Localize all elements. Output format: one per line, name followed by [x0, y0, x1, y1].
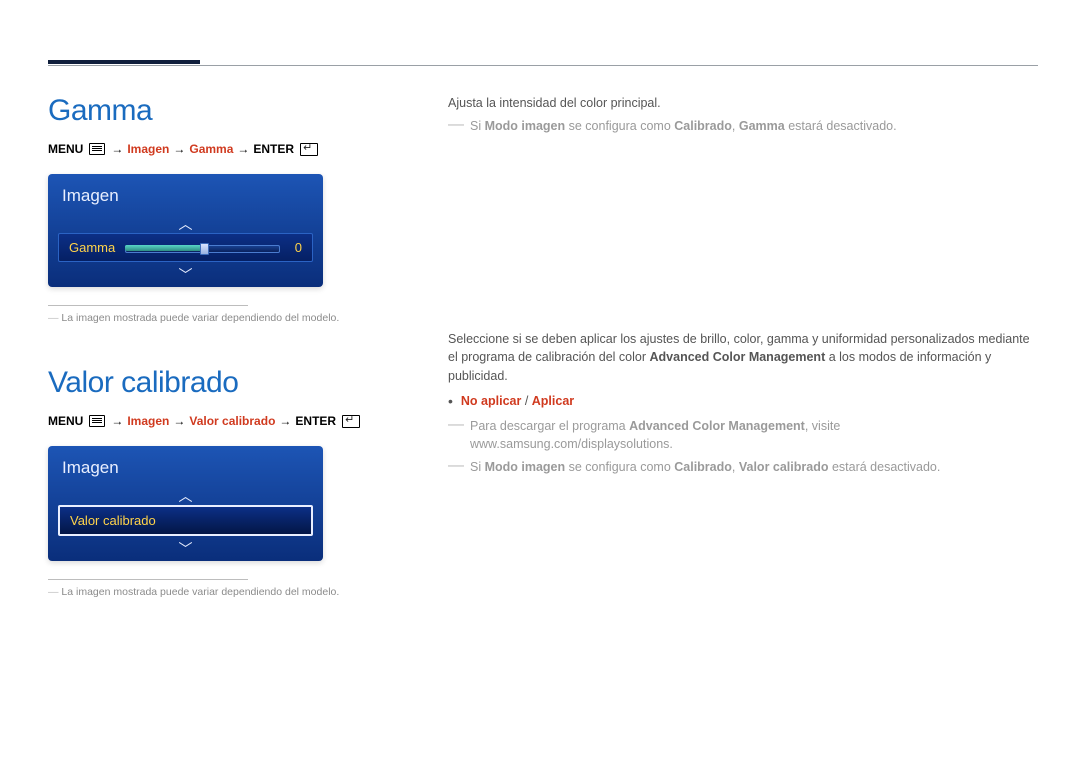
description-valor: Seleccione si se deben aplicar los ajust…: [448, 330, 1038, 386]
osd-row-label: Valor calibrado: [70, 513, 156, 528]
section-title-valor: Valor calibrado: [48, 366, 378, 400]
osd-row-label: Gamma: [69, 240, 115, 255]
footnote: La imagen mostrada puede variar dependie…: [48, 586, 378, 598]
breadcrumb-item: Valor calibrado: [189, 414, 275, 428]
note-download: ― Para descargar el programa Advanced Co…: [448, 417, 1038, 455]
chevron-down-icon[interactable]: ﹀: [48, 539, 323, 555]
option-no-aplicar: No aplicar: [461, 394, 521, 408]
note-gamma-disabled: ― Si Modo imagen se configura como Calib…: [448, 117, 1038, 136]
chevron-down-icon[interactable]: ﹀: [48, 265, 323, 281]
chevron-up-icon[interactable]: ︿: [48, 486, 323, 502]
option-aplicar: Aplicar: [532, 394, 574, 408]
options-valor: • No aplicar / Aplicar: [448, 392, 1038, 411]
enter-icon: [342, 415, 360, 428]
breadcrumb-item: Imagen: [127, 142, 169, 156]
osd-panel-gamma: Imagen ︿ Gamma 0 ﹀: [48, 174, 323, 287]
osd-row-value: 0: [290, 240, 302, 255]
breadcrumb-enter-label: ENTER: [295, 414, 336, 428]
breadcrumb-item: Gamma: [189, 142, 233, 156]
gamma-slider[interactable]: [125, 242, 280, 254]
section-title-gamma: Gamma: [48, 94, 378, 128]
menu-icon: [89, 143, 105, 155]
breadcrumb-menu-label: MENU: [48, 142, 83, 156]
breadcrumb-gamma: MENU → Imagen → Gamma → ENTER: [48, 142, 378, 156]
breadcrumb-enter-label: ENTER: [253, 142, 294, 156]
breadcrumb-item: Imagen: [127, 414, 169, 428]
osd-row-valor[interactable]: Valor calibrado: [58, 505, 313, 536]
description-gamma: Ajusta la intensidad del color principal…: [448, 94, 1038, 113]
note-valor-disabled: ― Si Modo imagen se configura como Calib…: [448, 458, 1038, 477]
chevron-up-icon[interactable]: ︿: [48, 214, 323, 230]
osd-panel-valor: Imagen ︿ Valor calibrado ﹀: [48, 446, 323, 561]
footnote: La imagen mostrada puede variar dependie…: [48, 312, 378, 324]
breadcrumb-valor: MENU → Imagen → Valor calibrado → ENTER: [48, 414, 378, 428]
osd-title: Imagen: [48, 174, 323, 214]
breadcrumb-menu-label: MENU: [48, 414, 83, 428]
osd-title: Imagen: [48, 446, 323, 486]
osd-row-gamma[interactable]: Gamma 0: [58, 233, 313, 262]
enter-icon: [300, 143, 318, 156]
menu-icon: [89, 415, 105, 427]
